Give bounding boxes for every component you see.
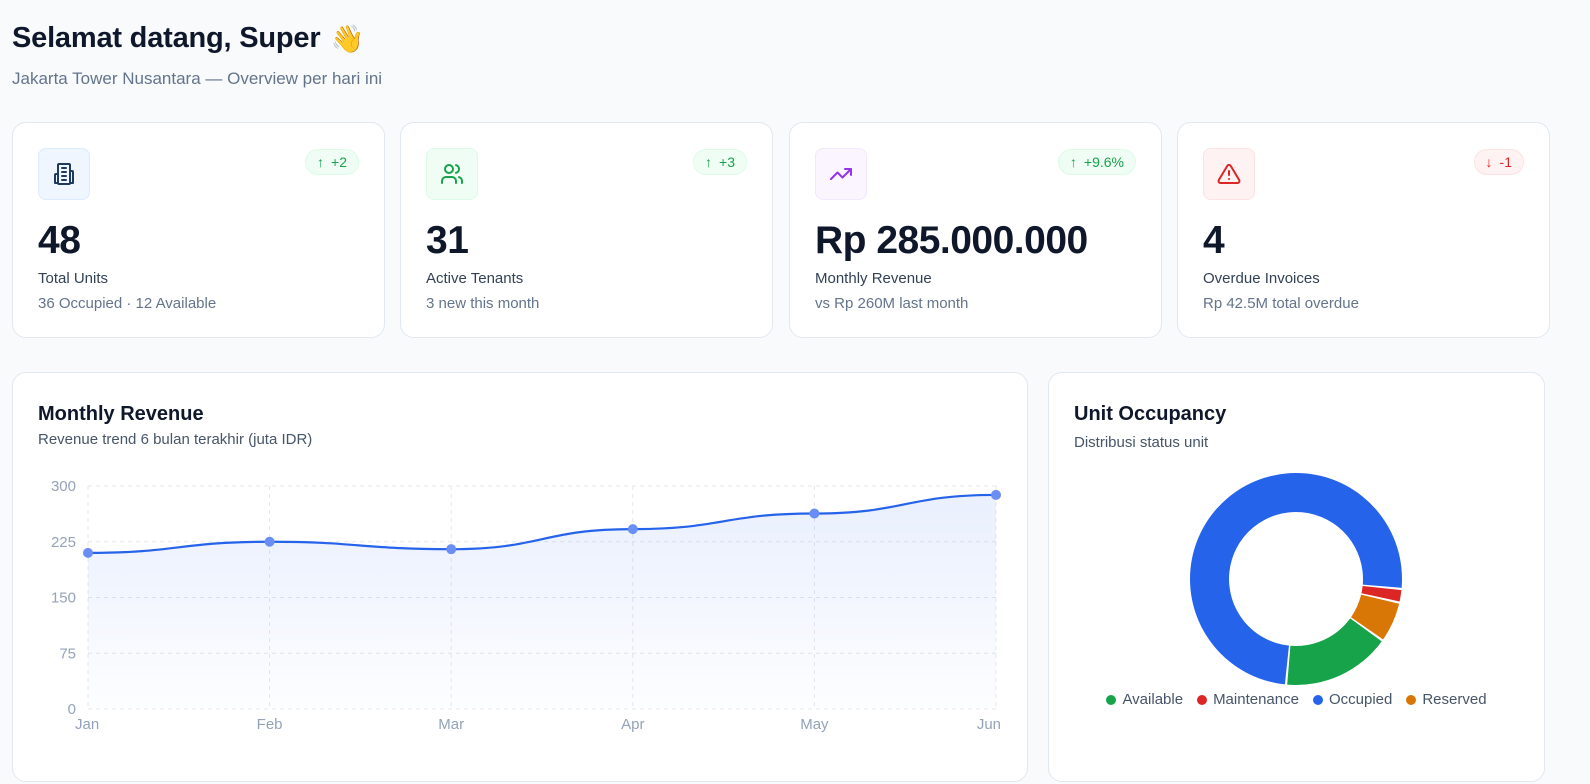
arrow-up-icon: ↑ bbox=[317, 154, 325, 170]
revenue-data-point[interactable] bbox=[264, 536, 275, 547]
x-tick-label: Jun bbox=[977, 716, 1001, 733]
legend-item-occupied[interactable]: Occupied bbox=[1312, 691, 1392, 708]
y-tick-label: 75 bbox=[59, 645, 76, 662]
stat-card-total-units: ↑ +2 48 Total Units 36 Occupied · 12 Avai… bbox=[12, 122, 385, 338]
alert-triangle-icon bbox=[1203, 148, 1255, 200]
stat-label: Active Tenants bbox=[426, 270, 524, 287]
stat-card-monthly-revenue: ↑ +9.6% Rp 285.000.000 Monthly Revenue vs… bbox=[789, 122, 1162, 338]
y-tick-label: 225 bbox=[51, 534, 76, 551]
legend-item-maintenance[interactable]: Maintenance bbox=[1197, 691, 1299, 708]
legend-item-reserved[interactable]: Reserved bbox=[1406, 691, 1487, 708]
stat-value: Rp 285.000.000 bbox=[815, 219, 1088, 262]
y-tick-label: 300 bbox=[51, 478, 76, 495]
page-title: Selamat datang, Super 👋 bbox=[12, 22, 382, 55]
stat-label: Monthly Revenue bbox=[815, 270, 932, 287]
stat-value: 31 bbox=[426, 219, 469, 262]
arrow-up-icon: ↑ bbox=[705, 154, 713, 170]
x-tick-label: May bbox=[800, 716, 829, 733]
stat-subtext: 36 Occupied · 12 Available bbox=[38, 295, 217, 312]
trending-up-icon bbox=[815, 148, 867, 200]
wave-emoji: 👋 bbox=[330, 23, 364, 54]
trend-badge: ↑ +9.6% bbox=[1057, 149, 1136, 175]
occupancy-donut-chart bbox=[1190, 473, 1402, 685]
stat-value: 4 bbox=[1203, 219, 1225, 262]
x-tick-label: Feb bbox=[257, 716, 283, 733]
revenue-data-point[interactable] bbox=[83, 547, 93, 558]
revenue-data-point[interactable] bbox=[627, 524, 638, 535]
revenue-area-chart: 075150225300Jan Feb Mar Apr May Jun bbox=[51, 478, 1001, 733]
greeting-text: Selamat datang, Super bbox=[12, 22, 321, 54]
chart-legend: Available Maintenance Occupied Reserved bbox=[1049, 691, 1544, 708]
page-subtitle: Jakarta Tower Nusantara — Overview per h… bbox=[12, 69, 383, 88]
arrow-down-icon: ↓ bbox=[1485, 154, 1493, 170]
stat-label: Overdue Invoices bbox=[1203, 270, 1320, 287]
stat-card-active-tenants: ↑ +3 31 Active Tenants 3 new this month bbox=[400, 122, 773, 338]
x-tick-label: Mar bbox=[438, 716, 464, 733]
x-tick-label: Jan bbox=[75, 716, 99, 733]
revenue-data-point[interactable] bbox=[991, 489, 1001, 500]
stat-value: 48 bbox=[38, 219, 81, 262]
occupancy-chart-panel: Unit Occupancy Distribusi status unit Av… bbox=[1048, 372, 1545, 782]
revenue-area-fill bbox=[88, 494, 996, 709]
x-tick-label: Apr bbox=[621, 716, 644, 733]
revenue-chart-panel: Monthly Revenue Revenue trend 6 bulan te… bbox=[12, 372, 1028, 782]
revenue-data-point[interactable] bbox=[446, 544, 457, 555]
stat-subtext: Rp 42.5M total overdue bbox=[1203, 295, 1359, 312]
page-header: Selamat datang, Super 👋 Jakarta Tower Nu… bbox=[12, 22, 382, 89]
stat-subtext: vs Rp 260M last month bbox=[815, 295, 969, 312]
y-tick-label: 150 bbox=[51, 590, 76, 607]
stat-subtext: 3 new this month bbox=[426, 295, 540, 312]
users-icon bbox=[426, 148, 478, 200]
stat-label: Total Units bbox=[38, 270, 109, 287]
legend-item-available[interactable]: Available bbox=[1106, 691, 1183, 708]
revenue-data-point[interactable] bbox=[809, 508, 820, 519]
trend-badge: ↑ +3 bbox=[693, 149, 747, 175]
trend-badge: ↓ -1 bbox=[1473, 149, 1524, 175]
arrow-up-icon: ↑ bbox=[1069, 154, 1077, 170]
stat-card-overdue-invoices: ↓ -1 4 Overdue Invoices Rp 42.5M total ov… bbox=[1177, 122, 1550, 338]
trend-badge: ↑ +2 bbox=[305, 149, 359, 175]
building-icon bbox=[38, 148, 90, 200]
